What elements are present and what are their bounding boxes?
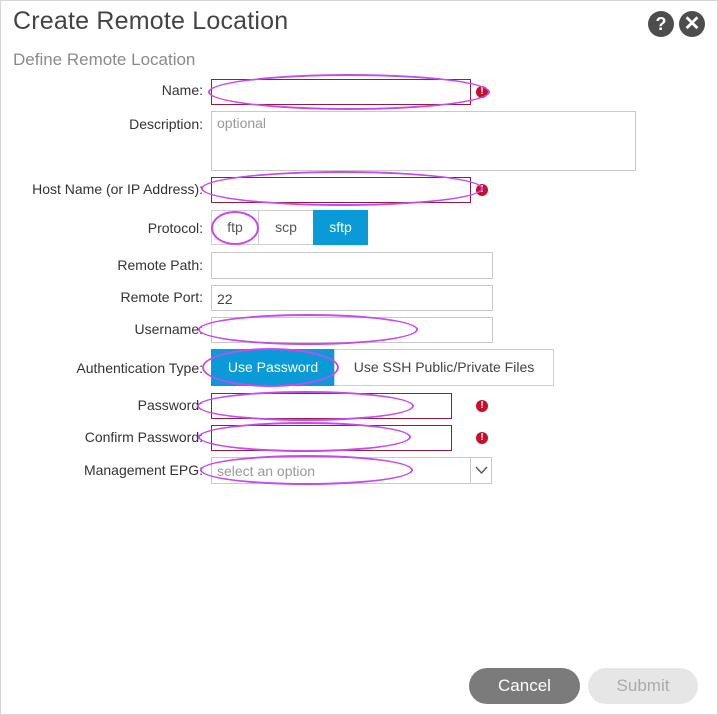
confirm-password-error-icon: !	[476, 432, 488, 444]
protocol-label: Protocol:	[147, 220, 203, 236]
mgmt-epg-select[interactable]: select an option	[211, 457, 492, 484]
host-error-icon: !	[476, 184, 488, 196]
submit-button[interactable]: Submit	[588, 668, 698, 704]
confirm-password-input[interactable]	[211, 425, 452, 451]
description-textarea[interactable]: optional	[211, 111, 636, 171]
password-input[interactable]	[211, 393, 452, 419]
name-input[interactable]	[211, 79, 471, 105]
description-placeholder: optional	[217, 115, 267, 131]
dialog-title: Create Remote Location	[13, 7, 289, 35]
username-input[interactable]	[211, 317, 493, 343]
host-label: Host Name (or IP Address):	[32, 181, 203, 197]
mgmt-epg-label: Management EPG:	[83, 462, 203, 478]
protocol-sftp-option[interactable]: sftp	[313, 210, 368, 245]
cancel-button[interactable]: Cancel	[469, 668, 580, 704]
create-remote-location-dialog: Create Remote Location ? ✕ Define Remote…	[0, 0, 718, 715]
remote-path-input[interactable]	[211, 252, 493, 279]
remote-port-input[interactable]: 22	[211, 285, 493, 311]
protocol-scp-option[interactable]: scp	[258, 210, 314, 245]
confirm-password-label: Confirm Password:	[84, 429, 203, 445]
chevron-down-icon[interactable]	[470, 458, 491, 483]
auth-ssh-files-option[interactable]: Use SSH Public/Private Files	[334, 349, 554, 386]
remote-port-label: Remote Port:	[120, 289, 203, 305]
description-label: Description:	[129, 116, 203, 132]
password-label: Password:	[137, 397, 203, 413]
remote-path-label: Remote Path:	[117, 257, 203, 273]
mgmt-epg-placeholder: select an option	[217, 463, 316, 479]
help-icon[interactable]: ?	[648, 11, 674, 37]
close-icon[interactable]: ✕	[679, 11, 705, 37]
host-input[interactable]	[211, 177, 471, 203]
name-error-icon: !	[476, 86, 488, 98]
password-error-icon: !	[476, 400, 488, 412]
name-label: Name:	[161, 82, 203, 98]
auth-use-password-option[interactable]: Use Password	[211, 349, 335, 386]
username-label: Username:	[134, 321, 203, 337]
protocol-ftp-option[interactable]: ftp	[211, 210, 259, 245]
dialog-subtitle: Define Remote Location	[13, 50, 196, 69]
auth-type-label: Authentication Type:	[76, 360, 203, 376]
